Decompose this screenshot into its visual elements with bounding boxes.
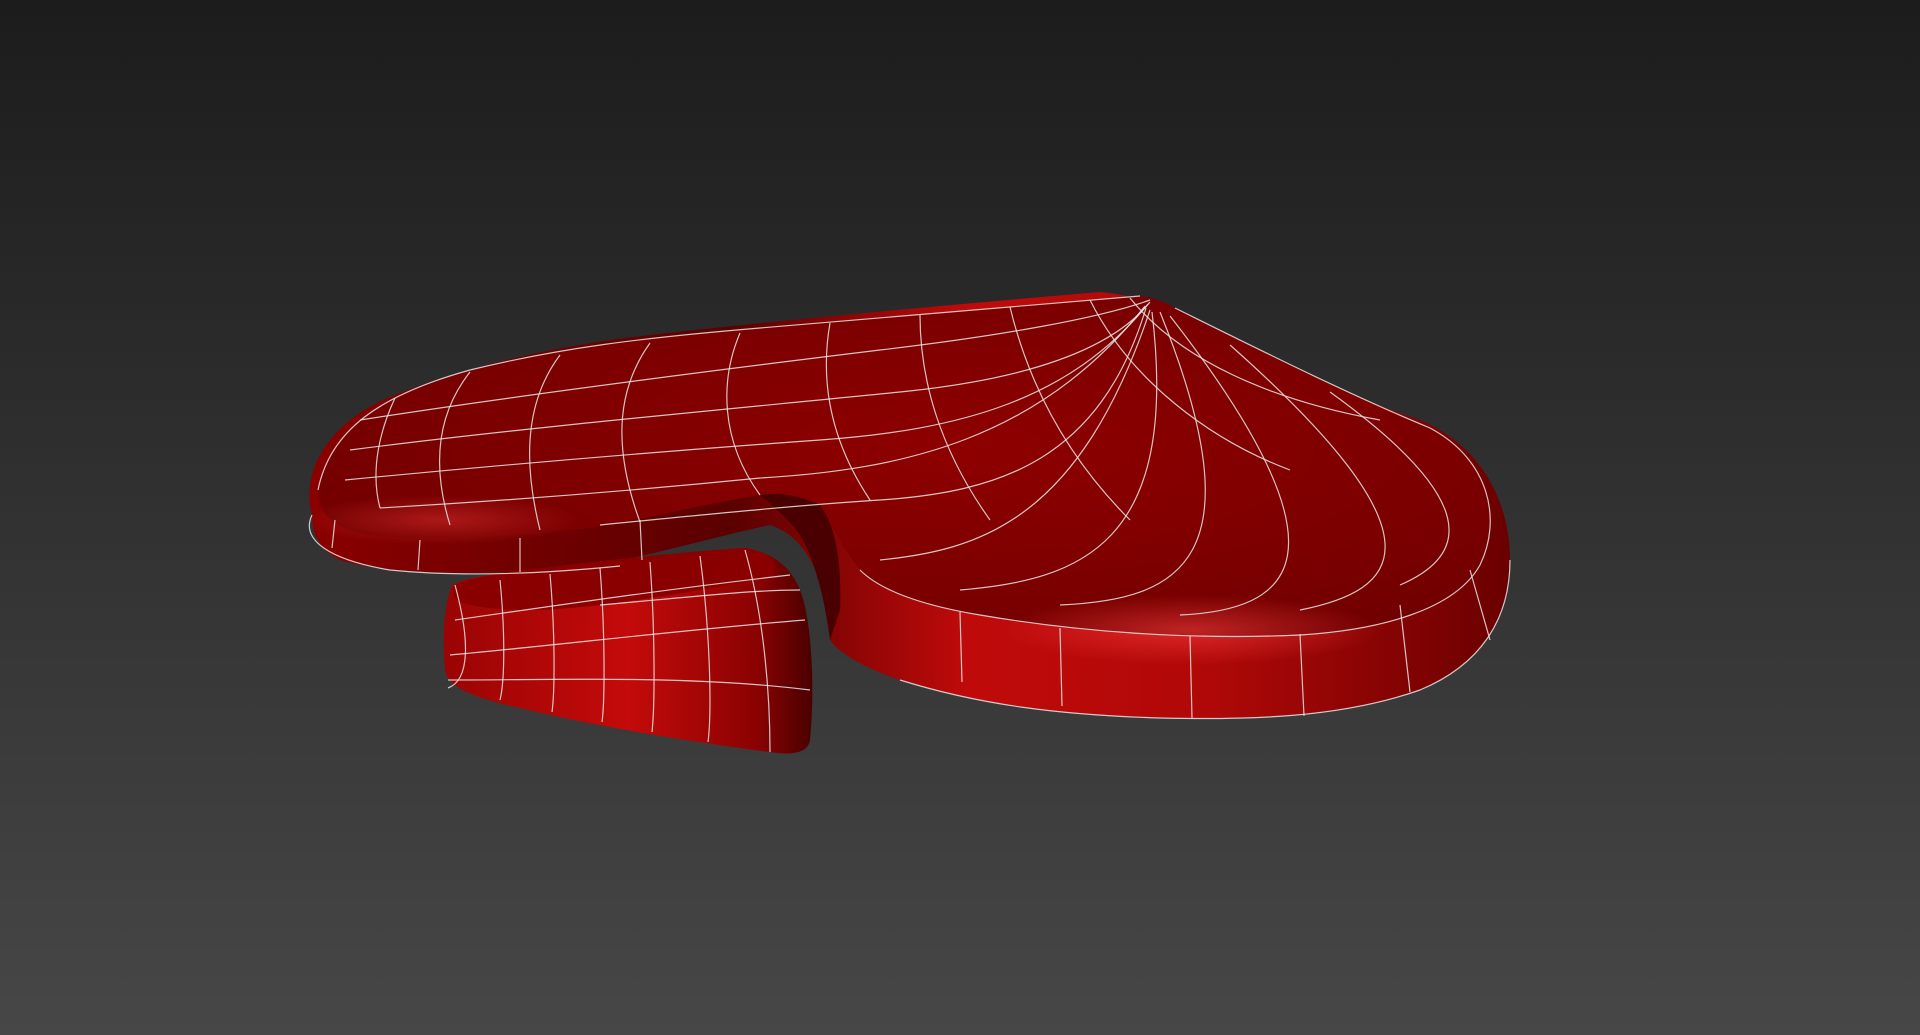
viewport-3d[interactable] [0, 0, 1920, 1035]
viewport-canvas[interactable] [0, 0, 1920, 1035]
